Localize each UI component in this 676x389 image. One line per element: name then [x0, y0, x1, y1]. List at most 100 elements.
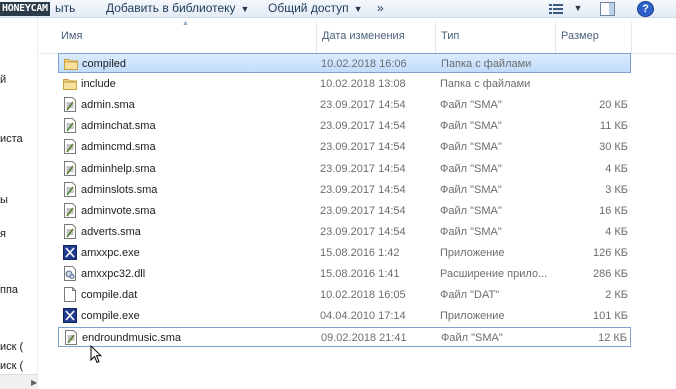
folder-icon	[63, 76, 77, 91]
file-date: 09.02.2018 21:41	[321, 332, 407, 345]
file-name: amxxpc32.dll	[81, 268, 146, 280]
nav-item[interactable]: иск (	[0, 360, 23, 372]
file-type: Файл "SMA"	[440, 141, 502, 154]
column-divider[interactable]	[555, 22, 556, 54]
sma-file-icon	[63, 181, 77, 197]
file-type: Приложение	[440, 246, 505, 259]
sma-file-icon	[63, 223, 77, 239]
file-name: compiled	[82, 58, 127, 70]
file-date: 23.09.2017 14:54	[320, 204, 406, 217]
file-row[interactable]: compiled 10.02.2018 16:06 Папка с файлами	[58, 53, 631, 73]
sma-file-icon	[63, 160, 77, 176]
file-type: Приложение	[440, 310, 505, 323]
change-view-icon[interactable]	[549, 4, 563, 14]
mouse-cursor-icon	[90, 345, 102, 364]
scroll-right-arrow-icon[interactable]: ▶	[31, 378, 37, 387]
file-row[interactable]: compile.dat 10.02.2018 16:05 Файл "DAT" 2 К…	[58, 285, 631, 305]
file-size: 11 КБ	[599, 120, 628, 133]
file-name: amxxpc.exe	[81, 246, 140, 259]
file-row[interactable]: amxxpc.exe 15.08.2016 1:42 Приложение 126 К…	[58, 243, 631, 263]
file-row[interactable]: include 10.02.2018 13:08 Папка с файлами	[58, 74, 631, 94]
file-size: 20 КБ	[599, 99, 628, 112]
command-bar: HONEYCAM ыть Добавить в библиотеку ▼ Общи…	[0, 0, 676, 18]
file-date: 23.09.2017 14:54	[320, 162, 406, 175]
nav-item[interactable]: я	[0, 228, 6, 240]
file-row[interactable]: admincmd.sma 23.09.2017 14:54 Файл "SMA" 30…	[58, 137, 631, 157]
file-type: Файл "SMA"	[440, 183, 502, 196]
file-type: Файл "SMA"	[440, 225, 502, 238]
nav-item[interactable]: й	[0, 74, 6, 86]
file-date: 23.09.2017 14:54	[320, 183, 406, 196]
column-header-date[interactable]: Дата изменения	[322, 29, 405, 43]
file-size: 3 КБ	[605, 183, 628, 196]
column-header-type[interactable]: Тип	[441, 29, 459, 43]
file-name: endroundmusic.sma	[82, 332, 182, 345]
chevron-down-icon: ▼	[240, 4, 250, 14]
file-name: adminhelp.sma	[81, 162, 156, 175]
file-date: 23.09.2017 14:54	[320, 99, 406, 112]
exe-icon	[63, 244, 77, 260]
navigation-pane[interactable]: й иста ы я ппа иск ( иск ( ▶	[0, 18, 38, 389]
file-type: Папка с файлами	[441, 58, 532, 70]
file-type: Папка с файлами	[440, 78, 531, 91]
file-row[interactable]: adminslots.sma 23.09.2017 14:54 Файл "SMA"…	[58, 180, 631, 200]
add-to-library-button[interactable]: Добавить в библиотеку ▼	[106, 1, 249, 16]
file-name: adminslots.sma	[81, 183, 158, 196]
file-row[interactable]: adminvote.sma 23.09.2017 14:54 Файл "SMA" 1…	[58, 201, 631, 221]
file-date: 10.02.2018 16:05	[320, 289, 406, 302]
column-header-size[interactable]: Размер	[561, 29, 599, 43]
file-date: 04.04.2010 17:14	[320, 310, 406, 323]
column-header-name[interactable]: Имя	[61, 29, 82, 43]
column-divider[interactable]	[316, 22, 317, 54]
file-row[interactable]: endroundmusic.sma 09.02.2018 21:41 Файл "S…	[58, 327, 631, 348]
file-type: Файл "SMA"	[440, 120, 502, 133]
file-size: 101 КБ	[592, 310, 628, 323]
file-name: adverts.sma	[81, 225, 141, 238]
sma-file-icon	[64, 330, 78, 346]
dll-icon	[63, 266, 77, 281]
file-type: Файл "SMA"	[440, 99, 502, 112]
nav-item[interactable]: ппа	[0, 284, 18, 296]
file-size: 4 КБ	[605, 225, 628, 238]
preview-pane-icon[interactable]	[600, 2, 615, 16]
file-name: include	[81, 78, 116, 91]
help-button[interactable]: ?	[637, 1, 654, 17]
chevron-down-icon: ▼	[353, 4, 363, 14]
open-button[interactable]: ыть	[55, 1, 75, 16]
file-date: 15.08.2016 1:41	[320, 268, 400, 280]
column-divider[interactable]	[435, 22, 436, 54]
nav-item[interactable]: ы	[0, 194, 8, 206]
file-name: adminchat.sma	[81, 120, 156, 133]
sma-file-icon	[63, 139, 77, 155]
share-button[interactable]: Общий доступ ▼	[268, 1, 363, 16]
file-date: 10.02.2018 13:08	[320, 78, 406, 91]
view-options-chevron-icon[interactable]: ▼	[570, 1, 586, 16]
more-commands-button[interactable]: »	[377, 1, 384, 16]
file-size: 126 КБ	[592, 246, 628, 259]
file-row[interactable]: admin.sma 23.09.2017 14:54 Файл "SMA" 20 КБ	[58, 95, 631, 115]
honeycam-watermark: HONEYCAM	[0, 2, 50, 16]
share-label: Общий доступ	[268, 1, 349, 15]
file-date: 23.09.2017 14:54	[320, 141, 406, 154]
nav-horizontal-scrollbar[interactable]: ▶	[0, 374, 37, 389]
file-row[interactable]: adminhelp.sma 23.09.2017 14:54 Файл "SMA" 4…	[58, 159, 631, 179]
file-size: 286 КБ	[592, 268, 628, 280]
file-row[interactable]: amxxpc32.dll 15.08.2016 1:41 Расширение пр…	[58, 264, 631, 284]
folder-icon	[64, 56, 78, 71]
column-headers: ▲ Имя Дата изменения Тип Размер	[39, 18, 676, 54]
file-date: 15.08.2016 1:42	[320, 246, 400, 259]
file-type: Файл "SMA"	[441, 332, 503, 345]
file-type: Файл "SMA"	[440, 162, 502, 175]
file-list-pane[interactable]: ▲ Имя Дата изменения Тип Размер compiled…	[39, 18, 676, 389]
file-size: 12 КБ	[598, 332, 627, 345]
column-divider[interactable]	[631, 22, 632, 54]
add-to-library-label: Добавить в библиотеку	[106, 1, 236, 15]
file-type: Расширение прило...	[440, 268, 548, 280]
nav-item[interactable]: иста	[0, 133, 23, 145]
nav-item[interactable]: иск (	[0, 341, 23, 353]
file-size: 16 КБ	[599, 204, 628, 217]
file-row[interactable]: adverts.sma 23.09.2017 14:54 Файл "SMA" 4 К…	[58, 222, 631, 242]
file-row[interactable]: adminchat.sma 23.09.2017 14:54 Файл "SMA" 1…	[58, 116, 631, 136]
dat-file-icon	[63, 287, 77, 303]
file-row[interactable]: compile.exe 04.04.2010 17:14 Приложение 101…	[58, 306, 631, 326]
